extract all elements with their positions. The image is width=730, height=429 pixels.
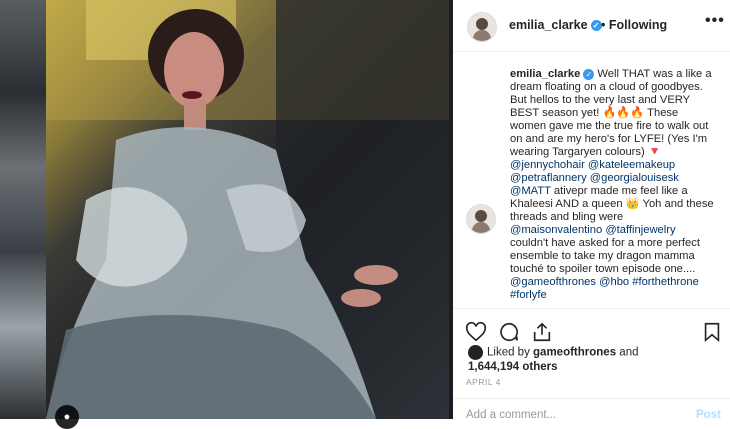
- username-link[interactable]: emilia_clarke ✓: [509, 18, 602, 32]
- username-text: emilia_clarke: [509, 18, 588, 32]
- caption-mention-link[interactable]: @georgialouisesk: [590, 172, 679, 184]
- following-button[interactable]: Following: [609, 18, 667, 32]
- caption-mention-link[interactable]: #forthethrone: [632, 276, 699, 288]
- separator-dot: •: [601, 18, 606, 32]
- caption-scroll-area[interactable]: emilia_clarke ✓ Well THAT was a like a dr…: [453, 52, 730, 308]
- caption-mention-link[interactable]: @kateleemakeup: [588, 159, 675, 171]
- liked-by-user[interactable]: gameofthrones: [533, 347, 616, 359]
- comment-input[interactable]: Add a comment...: [466, 409, 556, 421]
- add-comment-row: Add a comment... Post: [453, 398, 730, 421]
- liked-by-prefix: Liked by: [487, 346, 534, 359]
- person-tag-icon: ●: [63, 411, 71, 423]
- heart-icon[interactable]: [465, 321, 487, 343]
- verified-icon: ✓: [590, 20, 602, 32]
- caption-username[interactable]: emilia_clarke: [510, 68, 580, 80]
- more-options-button[interactable]: •••: [705, 12, 725, 30]
- background-strip-left: [0, 0, 46, 419]
- follow-status[interactable]: • Following: [601, 18, 667, 32]
- caption-mention-link[interactable]: @hbo: [599, 276, 629, 288]
- caption-text: Well THAT was a like a dream floating on…: [510, 68, 712, 158]
- more-icon: •••: [705, 12, 725, 29]
- caption-mention-link[interactable]: @petraflannery: [510, 172, 587, 184]
- avatar[interactable]: [467, 12, 497, 42]
- commenter-avatar[interactable]: [466, 204, 496, 234]
- post-header: emilia_clarke ✓ • Following •••: [453, 0, 730, 52]
- post-photo[interactable]: ›: [46, 0, 449, 419]
- comment-icon[interactable]: [498, 321, 520, 343]
- liked-by-and: and: [616, 346, 639, 359]
- likes-summary: Liked by gameofthrones and 1,644,194 oth…: [468, 345, 718, 374]
- likes-count[interactable]: 1,644,194 others: [468, 361, 558, 373]
- post-date[interactable]: APRIL 4: [466, 377, 501, 387]
- tagged-users-button[interactable]: ●: [55, 405, 79, 429]
- photo-illustration: [46, 0, 449, 419]
- share-icon[interactable]: [531, 321, 553, 343]
- caption-mention-link[interactable]: @taffinjewelry: [605, 224, 675, 236]
- post-caption: emilia_clarke ✓ Well THAT was a like a dr…: [510, 68, 716, 302]
- bookmark-icon[interactable]: [701, 321, 723, 343]
- verified-icon: ✓: [583, 68, 595, 80]
- caption-mention-link[interactable]: @maisonvalentino: [510, 224, 602, 236]
- action-bar: [453, 308, 730, 349]
- caption-text: couldn't have asked for a more perfect e…: [510, 237, 700, 275]
- liker-avatar: [468, 345, 483, 360]
- post-comment-button[interactable]: Post: [696, 409, 721, 421]
- caption-mention-link[interactable]: @MATT: [510, 185, 551, 197]
- caption-mention-link[interactable]: #forlyfe: [510, 289, 547, 301]
- post-side-panel: emilia_clarke ✓ • Following ••• emilia_cl…: [453, 0, 730, 421]
- caption-mention-link[interactable]: @gameofthrones: [510, 276, 596, 288]
- caption-mention-link[interactable]: @jennychohair: [510, 159, 585, 171]
